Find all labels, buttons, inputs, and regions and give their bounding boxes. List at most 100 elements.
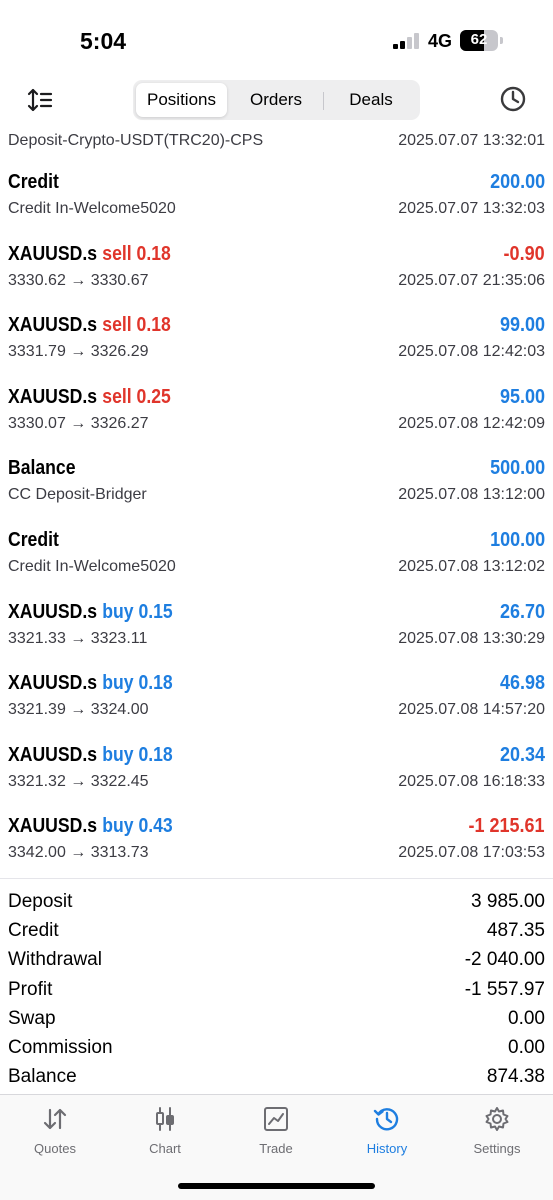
summary-value: -2 040.00 [464,949,545,971]
tab-label: Trade [259,1141,293,1156]
tab-deals[interactable]: Deals [325,83,417,117]
row-title: Credit [8,171,59,193]
row-amount: 95.00 [499,385,545,408]
row-time: 2025.07.08 13:12:00 [398,486,545,504]
history-row[interactable]: Credit 100.00 Credit In-Welcome5020 2025… [0,518,553,590]
row-time: 2025.07.07 13:32:01 [398,132,545,149]
row-symbol: XAUUSD.s [8,600,98,623]
cellular-signal-icon [393,33,419,49]
tab-orders[interactable]: Orders [230,83,322,117]
row-symbol: XAUUSD.s [8,743,98,766]
summary-panel: Deposit 3 985.00 Credit 487.35 Withdrawa… [0,878,553,1091]
summary-value: -1 557.97 [464,978,545,1000]
summary-label: Balance [8,1066,77,1088]
row-side: sell 0.25 [102,385,171,408]
tab-chart[interactable]: Chart [110,1095,220,1165]
row-side: sell 0.18 [102,314,171,337]
row-detail: Deposit-Crypto-USDT(TRC20)-CPS [8,132,264,149]
history-row[interactable]: XAUUSD.s buy 0.43 -1 215.61 3342.00 → 331… [0,804,553,876]
row-detail: Credit In-Welcome5020 [8,557,176,575]
history-row[interactable]: Credit 200.00 Credit In-Welcome5020 2025… [0,160,553,232]
summary-profit: Profit -1 557.97 [0,975,553,1004]
row-time: 2025.07.07 21:35:06 [398,271,545,289]
summary-value: 0.00 [508,1007,545,1029]
segmented-control: Positions Orders Deals [133,80,420,120]
history-row[interactable]: Balance 500.00 CC Deposit-Bridger 2025.0… [0,446,553,518]
summary-label: Commission [8,1036,113,1058]
summary-withdrawal: Withdrawal -2 040.00 [0,945,553,974]
history-row[interactable]: XAUUSD.s sell 0.18 -0.90 3330.62 → 3330.6… [0,232,553,304]
row-side: buy 0.18 [102,743,173,766]
home-indicator [178,1183,375,1189]
sort-icon[interactable] [26,86,54,114]
row-amount: 26.70 [499,600,545,623]
row-amount: -1 215.61 [468,815,545,838]
tab-settings[interactable]: Settings [442,1095,552,1165]
summary-commission: Commission 0.00 [0,1033,553,1062]
row-side: buy 0.18 [102,672,173,695]
row-prices: 3321.39 → 3324.00 [8,701,149,719]
bottom-tab-bar: Quotes Chart Trade History Settings [0,1094,553,1200]
row-symbol: XAUUSD.s [8,314,98,337]
tab-label: History [366,1141,408,1156]
tab-quotes[interactable]: Quotes [0,1095,110,1165]
row-title: Balance [8,457,76,480]
row-amount: 46.98 [499,672,545,695]
row-amount: -0.90 [503,242,545,265]
row-amount: 200.00 [489,171,545,193]
row-prices: 3330.07 → 3326.27 [8,414,149,432]
summary-label: Profit [8,978,53,1000]
summary-label: Deposit [8,891,73,912]
summary-value: 874.38 [486,1066,545,1088]
row-prices: 3342.00 → 3313.73 [8,844,149,862]
row-symbol: XAUUSD.s [8,672,98,695]
history-row[interactable]: XAUUSD.s buy 0.18 46.98 3321.39 → 3324.00… [0,661,553,733]
row-side: sell 0.18 [102,242,171,265]
summary-label: Swap [8,1007,56,1029]
row-time: 2025.07.08 14:57:20 [398,701,545,719]
clock-icon[interactable] [498,84,528,114]
battery-icon: 62 [460,30,498,51]
row-amount: 20.34 [499,743,545,766]
summary-balance: Balance 874.38 [0,1062,553,1091]
segment-divider [323,92,324,110]
row-title: Credit [8,528,59,551]
candlestick-chart-icon [156,1107,174,1131]
row-time: 2025.07.08 17:03:53 [398,844,545,862]
row-side: buy 0.43 [102,815,173,838]
row-symbol: XAUUSD.s [8,242,98,265]
history-row[interactable]: Deposit-Crypto-USDT(TRC20)-CPS 2025.07.0… [0,124,553,160]
tab-label: Settings [473,1141,521,1156]
summary-swap: Swap 0.00 [0,1004,553,1033]
history-toolbar: Positions Orders Deals [0,78,553,122]
row-detail: Credit In-Welcome5020 [8,200,176,217]
tab-label: Quotes [34,1141,76,1156]
history-list[interactable]: Deposit-Crypto-USDT(TRC20)-CPS 2025.07.0… [0,124,553,876]
summary-deposit: Deposit 3 985.00 [0,887,553,916]
tab-history[interactable]: History [332,1095,442,1165]
battery-cap [500,37,503,44]
history-row[interactable]: XAUUSD.s sell 0.18 99.00 3331.79 → 3326.2… [0,303,553,375]
history-row[interactable]: XAUUSD.s sell 0.25 95.00 3330.07 → 3326.2… [0,375,553,447]
row-detail: CC Deposit-Bridger [8,486,147,504]
history-row[interactable]: XAUUSD.s buy 0.15 26.70 3321.33 → 3323.11… [0,590,553,662]
tab-label: Chart [149,1141,181,1156]
row-amount: 100.00 [489,528,545,551]
row-time: 2025.07.08 12:42:09 [398,414,545,432]
summary-value: 3 985.00 [471,891,545,912]
battery-level: 62 [470,31,488,48]
status-bar: 5:04 4G 62 [0,0,553,80]
tab-trade[interactable]: Trade [221,1095,331,1165]
row-time: 2025.07.07 13:32:03 [398,200,545,217]
row-time: 2025.07.08 13:30:29 [398,629,545,647]
trade-chart-icon [264,1107,288,1131]
summary-value: 0.00 [508,1036,545,1058]
summary-label: Withdrawal [8,949,102,971]
history-row[interactable]: XAUUSD.s buy 0.18 20.34 3321.32 → 3322.45… [0,733,553,805]
row-amount: 500.00 [489,457,545,480]
row-time: 2025.07.08 16:18:33 [398,772,545,790]
row-time: 2025.07.08 13:12:02 [398,557,545,575]
tab-positions[interactable]: Positions [136,83,227,117]
row-prices: 3331.79 → 3326.29 [8,343,149,361]
summary-value: 487.35 [486,920,545,942]
